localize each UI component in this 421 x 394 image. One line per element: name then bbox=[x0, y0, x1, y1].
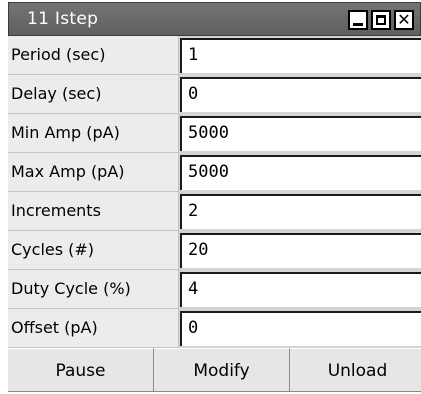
param-row-period: Period (sec) 1 bbox=[8, 36, 421, 75]
param-label-max-amp: Max Amp (pA) bbox=[8, 153, 179, 192]
param-row-min-amp: Min Amp (pA) 5000 bbox=[8, 114, 421, 153]
param-input-increments[interactable]: 2 bbox=[180, 194, 421, 229]
param-input-cycles[interactable]: 20 bbox=[180, 233, 421, 268]
param-label-cycles: Cycles (#) bbox=[8, 231, 179, 270]
title-bar[interactable]: 11 Istep ✕ bbox=[8, 2, 421, 36]
param-label-duty-cycle: Duty Cycle (%) bbox=[8, 270, 179, 309]
minimize-icon[interactable] bbox=[348, 10, 368, 30]
param-row-cycles: Cycles (#) 20 bbox=[8, 231, 421, 270]
param-input-period[interactable]: 1 bbox=[180, 38, 421, 73]
param-input-max-amp[interactable]: 5000 bbox=[180, 155, 421, 190]
param-label-offset: Offset (pA) bbox=[8, 309, 179, 348]
param-row-delay: Delay (sec) 0 bbox=[8, 75, 421, 114]
pause-button[interactable]: Pause bbox=[8, 348, 154, 392]
button-bar: Pause Modify Unload bbox=[8, 348, 421, 392]
close-icon[interactable]: ✕ bbox=[394, 10, 414, 30]
modify-button[interactable]: Modify bbox=[154, 348, 290, 392]
param-row-max-amp: Max Amp (pA) 5000 bbox=[8, 153, 421, 192]
param-label-period: Period (sec) bbox=[8, 36, 179, 75]
param-row-duty-cycle: Duty Cycle (%) 4 bbox=[8, 270, 421, 309]
param-input-min-amp[interactable]: 5000 bbox=[180, 116, 421, 151]
maximize-icon[interactable] bbox=[371, 10, 391, 30]
param-label-increments: Increments bbox=[8, 192, 179, 231]
window-title: 11 Istep bbox=[27, 9, 99, 29]
parameter-grid: Period (sec) 1 Delay (sec) 0 Min Amp (pA… bbox=[8, 36, 421, 348]
param-label-min-amp: Min Amp (pA) bbox=[8, 114, 179, 153]
param-row-offset: Offset (pA) 0 bbox=[8, 309, 421, 348]
istep-window: 11 Istep ✕ Period (sec) 1 Delay (sec) 0 … bbox=[8, 2, 421, 392]
param-input-delay[interactable]: 0 bbox=[180, 77, 421, 112]
unload-button[interactable]: Unload bbox=[290, 348, 421, 392]
param-input-offset[interactable]: 0 bbox=[180, 311, 421, 346]
param-row-increments: Increments 2 bbox=[8, 192, 421, 231]
param-input-duty-cycle[interactable]: 4 bbox=[180, 272, 421, 307]
param-label-delay: Delay (sec) bbox=[8, 75, 179, 114]
